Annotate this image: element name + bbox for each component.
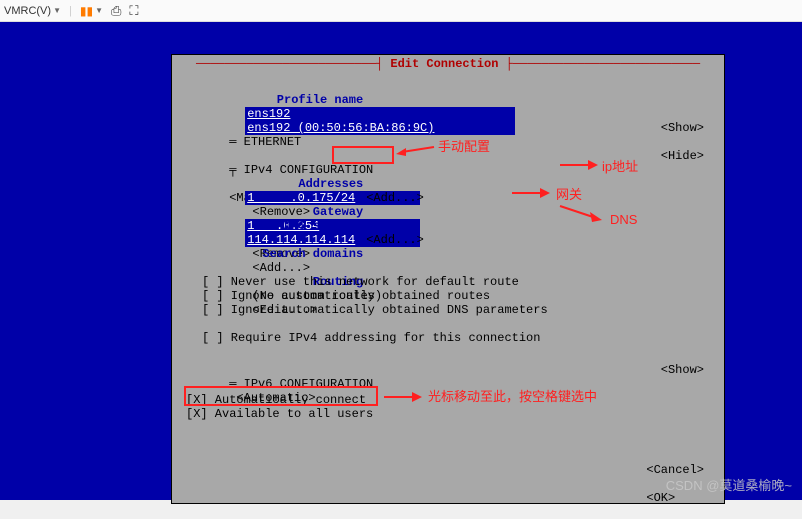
ipv4-hide-button[interactable]: <Hide>	[661, 149, 704, 163]
watermark: CSDN @莫道桑榆晚~	[666, 475, 792, 494]
dialog-title: ─────────────────────────┤ Edit Connecti…	[172, 57, 724, 71]
chk-available-all[interactable]: [X] Available to all users	[186, 407, 373, 421]
ethernet-show-button[interactable]: <Show>	[661, 121, 704, 135]
ipv6-section: ═ IPv6 CONFIGURATION	[229, 377, 373, 391]
terminal-background: ─────────────────────────┤ Edit Connecti…	[0, 22, 802, 500]
chk-require-ipv4[interactable]: [ ] Require IPv4 addressing for this con…	[202, 331, 540, 345]
chk-auto-connect[interactable]: [X] Automatically connect	[186, 393, 366, 407]
search-domains-label: Search domains	[245, 247, 363, 261]
chk-never-default[interactable]: [ ] Never use this network for default r…	[202, 275, 519, 289]
chk-ignore-routes[interactable]: [ ] Ignore automatically obtained routes	[202, 289, 490, 303]
vmrc-menu[interactable]: VMRC(V) ▼	[4, 5, 61, 17]
edit-connection-dialog: ─────────────────────────┤ Edit Connecti…	[171, 54, 725, 504]
ethernet-section: ═ ETHERNET	[229, 135, 301, 149]
device-label: Device	[245, 107, 363, 121]
chevron-down-icon: ▼	[53, 6, 61, 15]
ipv6-show-button[interactable]: <Show>	[661, 363, 704, 377]
chevron-down-icon: ▼	[95, 6, 103, 15]
fullscreen-button[interactable]: ⛶	[129, 3, 138, 19]
pause-icon: ▮▮	[80, 4, 93, 18]
dns-add-button[interactable]: <Add...>	[366, 233, 424, 247]
vmrc-menu-label: VMRC(V)	[4, 5, 51, 17]
chk-ignore-dns[interactable]: [ ] Ignore automatically obtained DNS pa…	[202, 303, 548, 317]
pause-button[interactable]: ▮▮ ▼	[80, 4, 103, 18]
separator: |	[69, 5, 72, 17]
vmrc-toolbar: VMRC(V) ▼ | ▮▮ ▼ ⎙ ⛶	[0, 0, 802, 22]
send-keys-button[interactable]: ⎙	[111, 3, 121, 19]
